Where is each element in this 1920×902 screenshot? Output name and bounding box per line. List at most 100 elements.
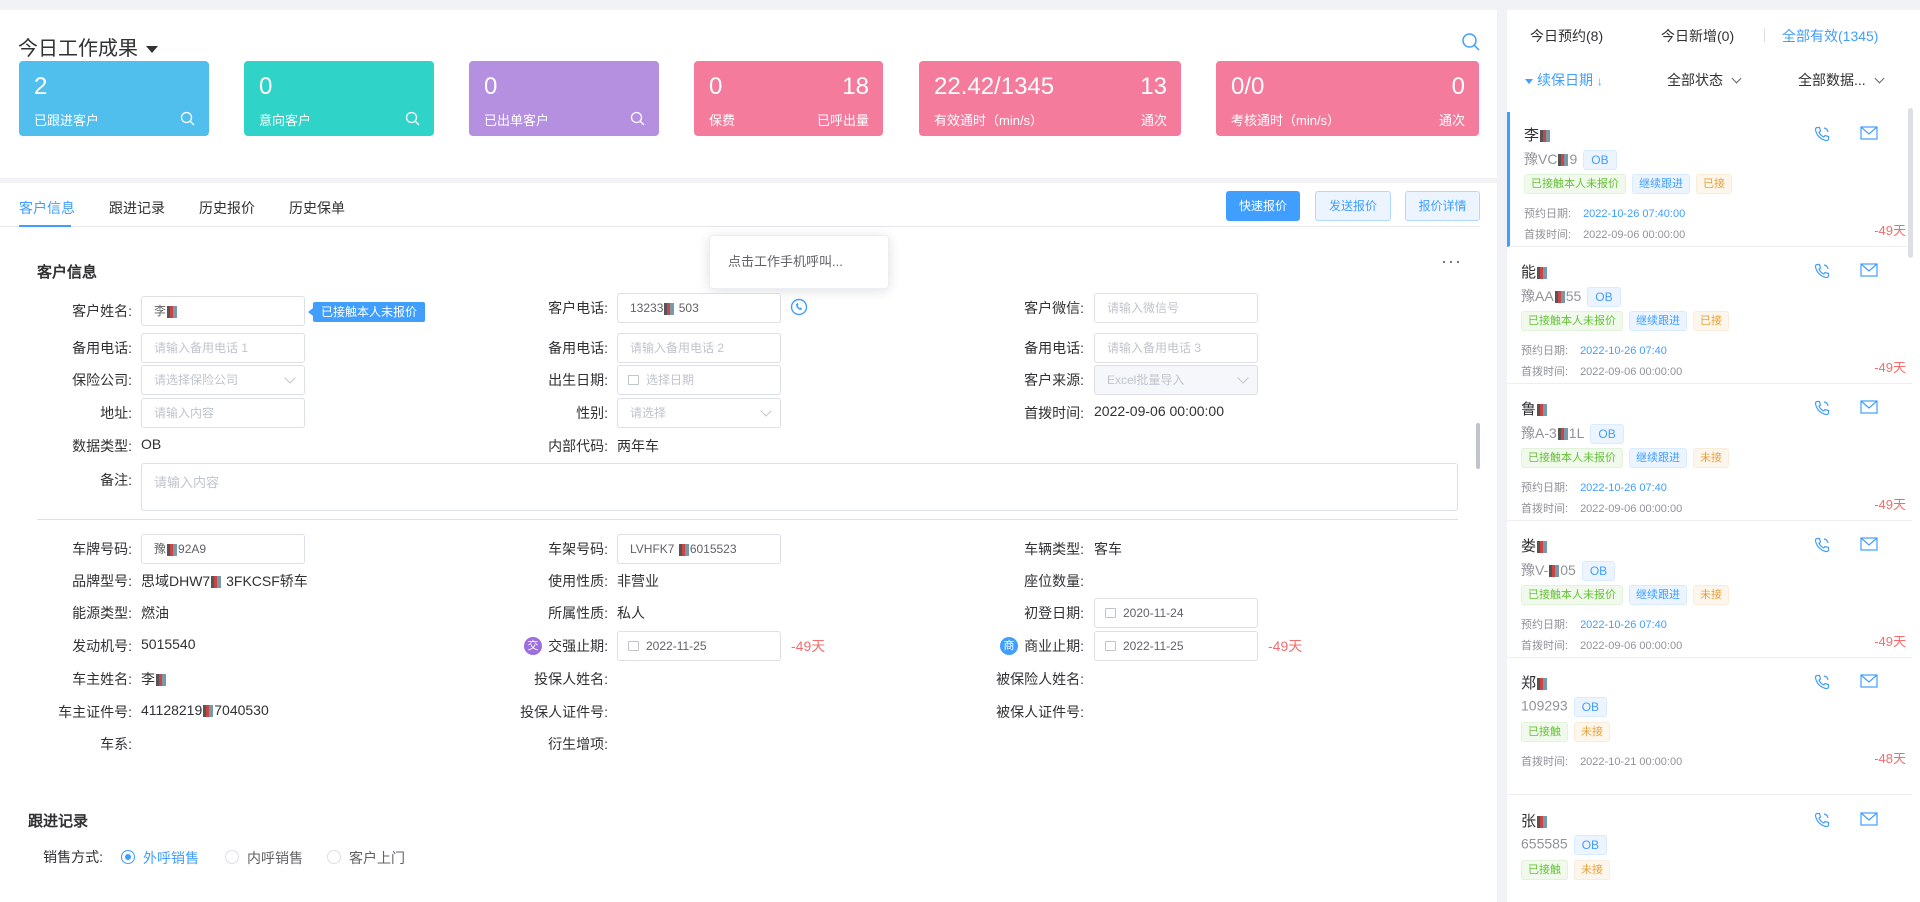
mail-icon[interactable] xyxy=(1860,537,1878,551)
send-quote-button[interactable]: 发送报价 xyxy=(1315,191,1391,221)
radio-outbound[interactable] xyxy=(121,850,135,864)
mail-icon[interactable] xyxy=(1860,126,1878,140)
sort-renewal-date[interactable]: 续保日期 ↓ xyxy=(1525,70,1603,90)
call-phone-icon[interactable] xyxy=(790,298,808,316)
list-scrollbar[interactable] xyxy=(1908,108,1913,258)
masked-text xyxy=(211,576,222,589)
address-label: 地址: xyxy=(100,405,132,421)
status-tag: 继续跟进 xyxy=(1632,174,1690,194)
reg-date-picker[interactable]: 2020-11-24 xyxy=(1094,598,1258,628)
search-icon[interactable] xyxy=(1461,32,1481,52)
main-scrollbar[interactable] xyxy=(1476,423,1480,469)
phone-icon[interactable] xyxy=(1814,812,1830,828)
energy-label: 能源类型: xyxy=(72,605,132,621)
bi-days: -49天 xyxy=(1268,638,1303,654)
remark-label: 备注: xyxy=(100,472,132,488)
ci-date-picker[interactable]: 2022-11-25 xyxy=(617,631,781,661)
quote-detail-button[interactable]: 报价详情 xyxy=(1405,191,1480,221)
wechat-input[interactable]: 请输入微信号 xyxy=(1094,293,1258,323)
name-input[interactable]: 李 xyxy=(141,296,305,326)
birth-date-picker[interactable]: 选择日期 xyxy=(617,365,781,395)
tab-today-new[interactable]: 今日新增(0) xyxy=(1661,26,1734,46)
appointment-row: 预约日期: 2022-10-26 07:40:00 xyxy=(1524,208,1686,220)
mail-icon[interactable] xyxy=(1860,674,1878,688)
bi-label: 商业止期: xyxy=(1024,638,1084,654)
gender-select[interactable]: 请选择 xyxy=(617,398,781,428)
vehicle-type-value: 客车 xyxy=(1094,541,1122,557)
mail-icon[interactable] xyxy=(1860,263,1878,277)
radio-inbound-label[interactable]: 内呼销售 xyxy=(247,848,303,868)
masked-text xyxy=(156,674,166,687)
chevron-down-icon xyxy=(1874,73,1885,84)
stat-card-followed[interactable]: 2 已跟进客户 xyxy=(19,61,209,136)
search-icon[interactable] xyxy=(405,111,420,126)
masked-text xyxy=(678,543,689,556)
caret-down-icon xyxy=(1525,78,1533,84)
masked-text xyxy=(167,543,178,556)
tab-policy-history[interactable]: 历史保单 xyxy=(289,198,345,218)
quick-quote-button[interactable]: 快速报价 xyxy=(1226,191,1300,221)
first-dial-row: 首拨时间: 2022-09-06 00:00:00 xyxy=(1521,503,1683,515)
tab-all-valid[interactable]: 全部有效(1345) xyxy=(1782,26,1878,46)
days-remaining: -49天 xyxy=(1874,634,1906,649)
remark-textarea[interactable]: 请输入内容 xyxy=(141,463,1458,511)
energy-value: 燃油 xyxy=(141,605,169,621)
phone-icon[interactable] xyxy=(1814,537,1830,553)
tab-customer-info[interactable]: 客户信息 xyxy=(19,198,75,218)
masked-text xyxy=(1557,428,1568,441)
customer-plate: 豫A-3 1L OB xyxy=(1521,423,1624,445)
phone-icon[interactable] xyxy=(1814,400,1830,416)
tab-today-appointments[interactable]: 今日预约(8) xyxy=(1530,26,1603,46)
radio-walkin-label[interactable]: 客户上门 xyxy=(349,848,405,868)
alt-phone-3-input[interactable]: 请输入备用电话 3 xyxy=(1094,333,1258,363)
address-input[interactable]: 请输入内容 xyxy=(141,398,305,428)
tab-followup-records[interactable]: 跟进记录 xyxy=(109,198,165,218)
detail-tabs: 客户信息 跟进记录 历史报价 历史保单 快速报价 发送报价 报价详情 xyxy=(0,183,1480,227)
insurer-select[interactable]: 请选择保险公司 xyxy=(141,365,305,395)
phone-input[interactable]: 13233 503 xyxy=(617,293,781,323)
tab-quote-history[interactable]: 历史报价 xyxy=(199,198,255,218)
customer-card[interactable]: 李豫VC 9 OB 已接触本人未报价 继续跟进 已接 预约日期: 2022-10-26 07:… xyxy=(1507,112,1912,247)
search-icon[interactable] xyxy=(630,111,645,126)
bi-date-picker[interactable]: 2022-11-25 xyxy=(1094,631,1258,661)
vin-input[interactable]: LVHFK7 6015523 xyxy=(617,534,781,564)
search-icon[interactable] xyxy=(180,111,195,126)
masked-text xyxy=(1540,130,1551,143)
stat-card-intent[interactable]: 0 意向客户 xyxy=(244,61,434,136)
masked-text xyxy=(203,705,214,718)
radio-inbound[interactable] xyxy=(225,850,239,864)
engine-value: 5015540 xyxy=(141,636,196,652)
status-tag: 已接触 xyxy=(1521,860,1568,880)
owner-id-label: 车主证件号: xyxy=(58,704,132,720)
data-type-badge: OB xyxy=(1583,150,1617,171)
customer-card[interactable]: 鲁豫A-3 1L OB 已接触本人未报价 继续跟进 未接 预约日期: 2022-10-26 0… xyxy=(1507,386,1912,521)
phone-icon[interactable] xyxy=(1814,674,1830,690)
customer-card[interactable]: 张 655585 OB 已接触 未接 xyxy=(1507,798,1912,902)
status-filter[interactable]: 全部状态 xyxy=(1667,70,1742,90)
owner-name-label: 车主姓名: xyxy=(72,671,132,687)
customer-card[interactable]: 能豫AA 55 OB 已接触本人未报价 继续跟进 已接 预约日期: 2022-10-26 07… xyxy=(1507,249,1912,384)
mail-icon[interactable] xyxy=(1860,812,1878,826)
customer-name: 鲁 xyxy=(1521,398,1548,419)
customer-card[interactable]: 娄豫V- 05 OB 已接触本人未报价 继续跟进 未接 预约日期: 2022-10-26 07… xyxy=(1507,523,1912,658)
summary-title[interactable]: 今日工作成果 xyxy=(18,32,158,61)
customer-card[interactable]: 郑 109293 OB 已接触 未接 首拨时间: 2022-10-21 00:00:00 -4… xyxy=(1507,660,1912,795)
more-icon[interactable]: ··· xyxy=(1441,251,1462,272)
phone-icon[interactable] xyxy=(1814,126,1830,142)
internal-code-label: 内部代码: xyxy=(548,438,608,454)
stat-card-issued[interactable]: 0 已出单客户 xyxy=(469,61,659,136)
alt-phone-2-label: 备用电话: xyxy=(548,340,608,356)
stat-label-2: 已呼出量 xyxy=(816,113,869,128)
mail-icon[interactable] xyxy=(1860,400,1878,414)
customer-name: 李 xyxy=(1524,124,1551,145)
radio-walkin[interactable] xyxy=(327,850,341,864)
data-filter[interactable]: 全部数据... xyxy=(1798,70,1885,90)
alt-phone-2-input[interactable]: 请输入备用电话 2 xyxy=(617,333,781,363)
alt-phone-1-input[interactable]: 请输入备用电话 1 xyxy=(141,333,305,363)
days-remaining: -49天 xyxy=(1874,360,1906,375)
plate-input[interactable]: 豫 92A9 xyxy=(141,534,305,564)
phone-icon[interactable] xyxy=(1814,263,1830,279)
days-remaining: -49天 xyxy=(1874,223,1906,238)
radio-outbound-label[interactable]: 外呼销售 xyxy=(143,848,199,868)
status-tag: 未接 xyxy=(1574,860,1610,880)
